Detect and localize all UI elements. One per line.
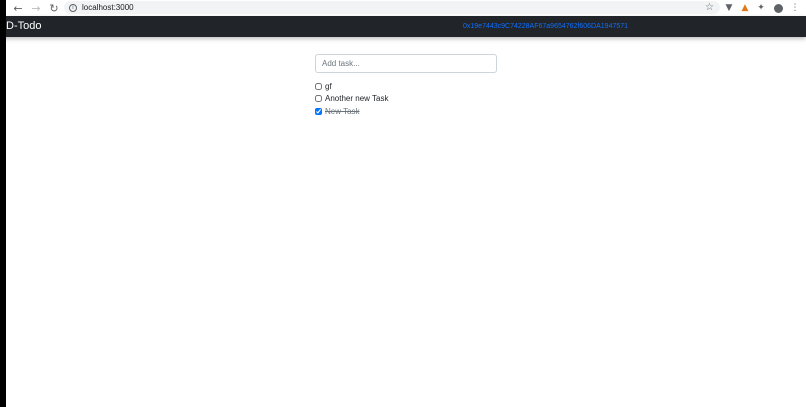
- kebab-menu-icon[interactable]: ⋮: [788, 1, 802, 15]
- reload-icon[interactable]: ↻: [46, 0, 62, 16]
- task-checkbox[interactable]: [315, 95, 322, 103]
- star-icon[interactable]: ☆: [705, 1, 714, 14]
- arrow-left-icon[interactable]: ←: [10, 0, 26, 16]
- task-label: gf: [325, 81, 332, 91]
- brand-title[interactable]: D-Todo: [6, 16, 41, 37]
- task-checkbox[interactable]: [315, 82, 322, 90]
- task-checkbox[interactable]: [315, 107, 322, 115]
- puzzle-extensions-icon[interactable]: ✦: [754, 1, 768, 15]
- task-list: gf Another new Task New Task: [315, 80, 388, 118]
- app-navbar: D-Todo 0x19e7443c9C74228AF67a9654762f606…: [0, 16, 806, 37]
- window-edge: [0, 0, 6, 407]
- url-text[interactable]: localhost:3000: [82, 3, 134, 12]
- vpn-extension-icon[interactable]: ▼: [722, 1, 736, 15]
- add-task-input[interactable]: [315, 54, 497, 73]
- browser-toolbar: ← → ↻ i localhost:3000 ☆ ▼ ▲ ✦ ⋮: [0, 0, 806, 16]
- info-icon[interactable]: i: [69, 3, 77, 12]
- account-address: 0x19e7443c9C74228AF67a9654762f606DA19475…: [463, 23, 629, 30]
- task-label: New Task: [325, 106, 360, 116]
- address-bar[interactable]: i localhost:3000 ☆: [64, 1, 720, 14]
- task-item: Another new Task: [315, 93, 388, 106]
- arrow-right-icon[interactable]: →: [28, 0, 44, 16]
- metamask-fox-icon[interactable]: ▲: [738, 1, 752, 15]
- task-label: Another new Task: [325, 94, 389, 104]
- task-item: New Task: [315, 105, 388, 118]
- task-item: gf: [315, 80, 388, 93]
- profile-avatar-icon[interactable]: [771, 1, 785, 15]
